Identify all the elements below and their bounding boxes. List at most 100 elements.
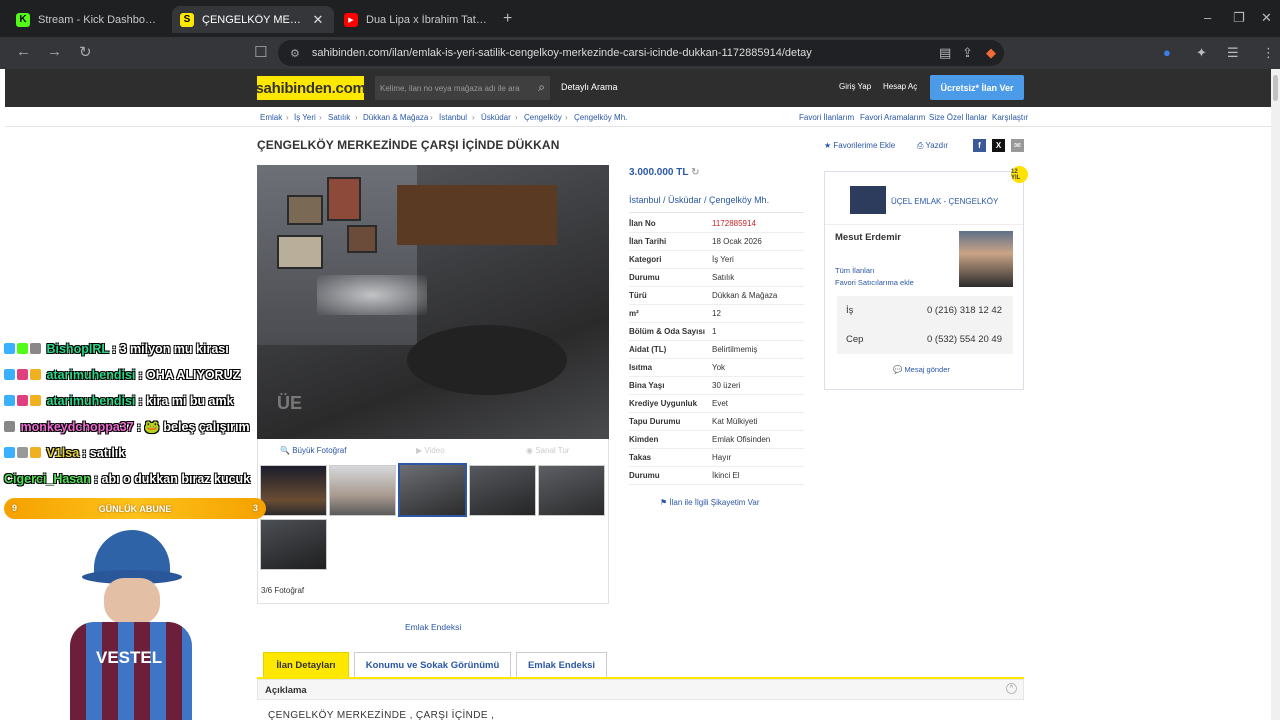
- bookmark-icon[interactable]: ☐: [254, 43, 267, 61]
- detail-key: Kimden: [629, 435, 659, 444]
- phone-row: Cep 0 (532) 554 20 49: [837, 325, 1013, 354]
- new-tab-icon[interactable]: +: [503, 10, 512, 28]
- search-input[interactable]: Kelime, ilan no veya mağaza adı ile ara …: [375, 76, 550, 100]
- chat-message: V1lsa: satılık: [4, 446, 125, 460]
- search-icon[interactable]: ⌕: [538, 80, 545, 95]
- detail-key: Isıtma: [629, 363, 653, 372]
- email-share-icon[interactable]: ✉: [1011, 139, 1024, 152]
- breadcrumb-item[interactable]: Dükkan & Mağaza: [363, 113, 428, 122]
- login-link[interactable]: Giriş Yap: [839, 82, 871, 91]
- extension-blue-icon[interactable]: ●: [1163, 45, 1171, 60]
- breadcrumb-item[interactable]: Üsküdar: [481, 113, 511, 122]
- phone-number: 0 (216) 318 12 42: [926, 305, 1002, 316]
- maximize-icon[interactable]: ❐: [1233, 10, 1245, 26]
- photo-thumbnail[interactable]: [260, 519, 327, 570]
- forward-icon[interactable]: →: [47, 43, 62, 60]
- chat-message: atarimuhendisi: kira mi bu amk: [4, 394, 234, 408]
- page-scrollbar[interactable]: [1271, 69, 1280, 720]
- tab-sahibinden[interactable]: S ÇENGELKÖY MERKEZİNDE ÇA ✕: [172, 6, 334, 33]
- tab-listing-details[interactable]: İlan Detayları: [263, 652, 349, 677]
- video-icon: ▶: [416, 446, 423, 455]
- reader-icon[interactable]: ▤: [939, 45, 951, 61]
- emote-icon: [4, 421, 15, 432]
- detail-key: Bina Yaşı: [629, 381, 665, 390]
- zoom-icon: 🔍: [280, 446, 290, 455]
- compare-link[interactable]: Karşılaştır: [992, 113, 1028, 122]
- store-name[interactable]: ÜÇEL EMLAK - ÇENGELKÖY: [891, 197, 998, 206]
- post-ad-button[interactable]: Ücretsiz* İlan Ver: [930, 75, 1024, 100]
- share-page-icon[interactable]: ⇪: [962, 45, 973, 61]
- large-photo-button[interactable]: 🔍 Büyük Fotoğraf: [280, 446, 346, 455]
- x-twitter-icon[interactable]: X: [992, 139, 1005, 152]
- favorite-listings-link[interactable]: Favori İlanlarım: [799, 113, 854, 122]
- send-message-link[interactable]: 💬 Mesaj gönder: [893, 365, 950, 374]
- detail-key: Durumu: [629, 471, 660, 480]
- site-settings-icon[interactable]: ⚙: [290, 47, 300, 60]
- tab-kick-dashboard[interactable]: K Stream - Kick Dashboard: [8, 6, 168, 33]
- tab-label: Stream - Kick Dashboard: [38, 13, 160, 26]
- emote-icon: [17, 447, 28, 458]
- detail-value: 12: [712, 309, 721, 318]
- collapse-icon[interactable]: ^: [1006, 683, 1017, 694]
- tab-location-street-view[interactable]: Konumu ve Sokak Görünümü: [354, 652, 511, 677]
- playlist-icon[interactable]: ☰: [1227, 45, 1239, 61]
- photo-thumbnail-selected[interactable]: [398, 463, 467, 517]
- photo-table: [407, 325, 567, 395]
- back-icon[interactable]: ←: [16, 43, 31, 60]
- detail-value: 30 üzeri: [712, 381, 741, 390]
- special-listings-link[interactable]: Size Özel İlanlar: [929, 113, 987, 122]
- favorite-searches-link[interactable]: Favori Aramalarım: [860, 113, 925, 122]
- all-ads-link[interactable]: Tüm İlanları: [835, 266, 875, 275]
- window-close-icon[interactable]: ✕: [1261, 10, 1272, 26]
- menu-icon[interactable]: ⋮: [1262, 45, 1275, 61]
- sahibinden-logo[interactable]: sahibinden.com: [256, 76, 366, 100]
- breadcrumb-item[interactable]: Çengelköy: [524, 113, 562, 122]
- detail-row: Kimden Emlak Ofisinden: [629, 431, 804, 449]
- store-logo[interactable]: [850, 186, 886, 214]
- sub-badge-icon: [17, 395, 28, 406]
- star-icon: ★: [824, 141, 832, 150]
- breadcrumb-item[interactable]: Çengelköy Mh.: [574, 113, 627, 122]
- complaint-link[interactable]: ⚑ İlan ile İlgili Şikayetim Var: [660, 498, 760, 507]
- emlak-endeksi-link[interactable]: Emlak Endeksi: [405, 622, 461, 632]
- photo-thumbnail[interactable]: [469, 465, 536, 516]
- add-favorite-link[interactable]: ★ Favorilerime Ekle: [824, 141, 895, 150]
- extensions-icon[interactable]: ✦: [1196, 45, 1207, 61]
- breadcrumb-item[interactable]: Emlak: [260, 113, 282, 122]
- url-text: sahibinden.com/ilan/emlak-is-yeri-satili…: [311, 47, 812, 59]
- url-input[interactable]: ⚙ sahibinden.com/ilan/emlak-is-yeri-sati…: [278, 40, 1004, 66]
- print-link[interactable]: ⎙ Yazdır: [917, 141, 948, 151]
- search-placeholder: Kelime, ilan no veya mağaza adı ile ara: [380, 83, 520, 93]
- breadcrumb-item[interactable]: İş Yeri: [294, 113, 316, 122]
- reload-icon[interactable]: ↻: [79, 43, 92, 61]
- breadcrumb-separator-icon: ›: [472, 113, 475, 122]
- breadcrumb-item[interactable]: Satılık: [328, 113, 350, 122]
- kick-favicon-icon: K: [16, 12, 30, 27]
- main-listing-photo[interactable]: ÜE: [257, 165, 609, 439]
- brave-shield-icon[interactable]: ◆: [986, 45, 996, 61]
- sub-count-left: 9: [12, 503, 18, 513]
- tab-youtube[interactable]: ▶ Dua Lipa x İbrahim Tatlıses - Dom Do: [336, 6, 496, 33]
- tab-emlak-endeksi[interactable]: Emlak Endeksi: [516, 652, 607, 677]
- detail-row: İlan Tarihi 18 Ocak 2026: [629, 233, 804, 251]
- photo-thumbnail[interactable]: [329, 465, 396, 516]
- address-bar-row: ← → ↻ ☐ ⚙ sahibinden.com/ilan/emlak-is-y…: [0, 37, 1280, 69]
- breadcrumb-item[interactable]: İstanbul: [439, 113, 467, 122]
- listing-location[interactable]: İstanbul / Üsküdar / Çengelköy Mh.: [629, 195, 769, 205]
- detail-key: Durumu: [629, 273, 660, 282]
- register-link[interactable]: Hesap Aç: [883, 82, 917, 91]
- phone-row: İş 0 (216) 318 12 42: [837, 296, 1013, 325]
- detailed-search-link[interactable]: Detaylı Arama: [561, 82, 618, 92]
- virtual-tour-button: ◉ Sanal Tur: [526, 446, 569, 455]
- phone-label: İş: [846, 305, 854, 316]
- price-history-icon[interactable]: ↻: [691, 167, 699, 178]
- favorite-seller-link[interactable]: Favori Satıcılarıma ekle: [835, 278, 914, 287]
- scrollbar-thumb[interactable]: [1273, 75, 1278, 101]
- close-tab-icon[interactable]: ✕: [310, 12, 326, 28]
- breadcrumb-separator-icon: ›: [319, 113, 322, 122]
- photo-thumbnail[interactable]: [260, 465, 327, 516]
- video-label: Video: [424, 446, 445, 455]
- minimize-icon[interactable]: –: [1204, 10, 1211, 25]
- photo-thumbnail[interactable]: [538, 465, 605, 516]
- facebook-icon[interactable]: f: [973, 139, 986, 152]
